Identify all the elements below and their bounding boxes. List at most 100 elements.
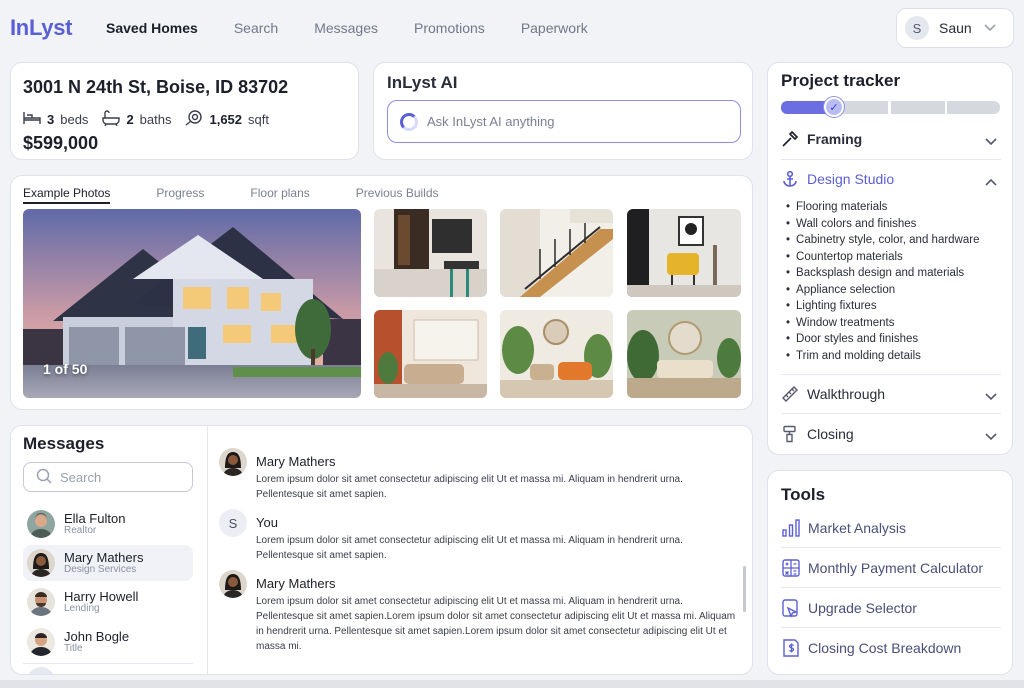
sqft-count: 1,652	[209, 112, 243, 127]
nav-paperwork[interactable]: Paperwork	[521, 20, 588, 36]
tool-market-analysis[interactable]: Market Analysis	[781, 509, 1001, 547]
design-studio-checklist: Flooring materials Wall colors and finis…	[786, 199, 1006, 364]
thumb-living-yellow-chair[interactable]	[627, 209, 741, 297]
contact-item[interactable]: Harry Howell Lending	[23, 584, 193, 620]
tools-card: Tools Market Analysis Monthly Payment Ca…	[767, 470, 1013, 675]
avatar	[27, 510, 55, 538]
messages-title: Messages	[23, 434, 105, 453]
tab-previous-builds[interactable]: Previous Builds	[356, 186, 439, 204]
thumb-living-orange-sofa[interactable]	[374, 310, 487, 398]
search-placeholder: Search	[60, 469, 102, 485]
project-tracker-card: Project tracker ✓ Framing Design Studio …	[767, 62, 1013, 455]
nav-promotions[interactable]: Promotions	[414, 20, 485, 36]
nav-search[interactable]: Search	[234, 20, 278, 36]
progress-segment	[947, 101, 1000, 114]
ruler-icon	[781, 385, 799, 403]
baths-label: baths	[139, 112, 172, 127]
thumb-living-round-mirror[interactable]	[627, 310, 741, 398]
spec-baths: 2 baths	[102, 110, 171, 129]
chevron-down-icon	[984, 19, 996, 37]
tracker-stage-framing[interactable]: Framing	[781, 120, 1001, 158]
messages-search-input[interactable]: Search	[23, 462, 193, 492]
stage-label: Framing	[807, 131, 863, 147]
message-sender: You	[256, 515, 278, 530]
receipt-dollar-icon	[781, 638, 801, 658]
tracker-stage-walkthrough[interactable]: Walkthrough	[781, 375, 1001, 413]
user-name: Saun	[939, 20, 972, 36]
paint-roller-icon	[781, 425, 799, 443]
stage-label: Closing	[807, 426, 854, 442]
main-house-photo[interactable]: 1 of 50	[23, 209, 361, 398]
tracker-stage-closing[interactable]: Closing	[781, 415, 1001, 453]
message-text: Lorem ipsum dolor sit amet consectetur a…	[256, 535, 683, 561]
avatar	[27, 588, 55, 616]
main-nav: Saved Homes Search Messages Promotions P…	[106, 20, 588, 36]
top-bar: InLyst Saved Homes Search Messages Promo…	[0, 0, 1024, 58]
tab-floor-plans[interactable]: Floor plans	[250, 186, 309, 204]
baths-count: 2	[126, 112, 134, 127]
list-item: Window treatments	[786, 315, 1006, 332]
contact-role: Lending	[64, 602, 100, 614]
message-bubble: Mary Mathers Lorem ipsum dolor sit amet …	[219, 448, 739, 508]
list-item: Backsplash design and materials	[786, 265, 1006, 282]
tool-label: Upgrade Selector	[808, 600, 917, 616]
hammer-icon	[781, 130, 799, 148]
tools-title: Tools	[781, 485, 826, 504]
ai-spinner-icon	[400, 112, 418, 131]
avatar: S	[219, 509, 247, 537]
thumb-living-plants[interactable]	[500, 310, 613, 398]
list-item: Wall colors and finishes	[786, 216, 1006, 233]
list-item: Door styles and finishes	[786, 331, 1006, 348]
ai-placeholder: Ask InLyst AI anything	[427, 114, 555, 129]
contact-item[interactable]: John Bogle Title	[23, 624, 193, 660]
ai-input[interactable]: Ask InLyst AI anything	[387, 100, 741, 143]
chevron-down-icon	[985, 428, 997, 444]
list-item: Appliance selection	[786, 282, 1006, 299]
property-address: 3001 N 24th St, Boise, ID 83702	[23, 77, 289, 97]
user-menu[interactable]: S Saun	[896, 8, 1014, 48]
property-price: $599,000	[23, 133, 99, 153]
messages-card: Messages Search Ella Fulton Realtor Mary…	[10, 425, 753, 675]
tab-example-photos[interactable]: Example Photos	[23, 186, 111, 204]
contact-item[interactable]: Ella Fulton Realtor	[23, 506, 193, 542]
avatar	[27, 628, 55, 656]
chevron-down-icon	[985, 133, 997, 149]
nav-saved-homes[interactable]: Saved Homes	[106, 20, 198, 36]
list-item: Countertop materials	[786, 249, 1006, 266]
tool-closing-cost-breakdown[interactable]: Closing Cost Breakdown	[781, 629, 1001, 667]
stage-label: Design Studio	[807, 171, 895, 187]
app-logo[interactable]: InLyst	[10, 15, 72, 41]
divider	[781, 627, 1001, 628]
messages-scrollbar[interactable]	[743, 566, 746, 612]
bar-chart-icon	[781, 518, 801, 538]
beds-label: beds	[60, 112, 89, 127]
check-icon: ✓	[824, 97, 844, 117]
tool-label: Closing Cost Breakdown	[808, 640, 962, 656]
nav-messages[interactable]: Messages	[314, 20, 378, 36]
bathtub-icon	[102, 110, 121, 129]
messages-pane-divider	[207, 426, 208, 674]
tool-label: Monthly Payment Calculator	[808, 560, 984, 576]
thumb-staircase[interactable]	[500, 209, 613, 297]
list-item: Cabinetry style, color, and hardware	[786, 232, 1006, 249]
photo-counter: 1 of 50	[43, 361, 88, 377]
avatar	[219, 570, 247, 598]
contact-item[interactable]: Mary Mathers Design Services	[23, 545, 193, 581]
anchor-icon	[781, 170, 799, 188]
bed-icon	[23, 111, 41, 128]
search-icon	[36, 468, 52, 487]
tab-progress[interactable]: Progress	[156, 186, 204, 204]
contact-role: Realtor	[64, 524, 97, 536]
tracker-stage-design-studio[interactable]: Design Studio	[781, 160, 1001, 198]
property-card: 3001 N 24th St, Boise, ID 83702 3 beds 2…	[10, 62, 359, 160]
avatar	[219, 448, 247, 476]
ai-title: InLyst AI	[387, 73, 458, 92]
message-bubble: Mary Mathers Lorem ipsum dolor sit amet …	[219, 570, 739, 660]
message-bubble: S You Lorem ipsum dolor sit amet consect…	[219, 509, 739, 569]
contact-role: Design Services	[64, 563, 137, 575]
tool-monthly-payment-calculator[interactable]: Monthly Payment Calculator	[781, 549, 1001, 587]
list-item: Lighting fixtures	[786, 298, 1006, 315]
tool-upgrade-selector[interactable]: Upgrade Selector	[781, 589, 1001, 627]
chevron-up-icon	[985, 173, 997, 189]
thumb-kitchen-dark[interactable]	[374, 209, 487, 297]
